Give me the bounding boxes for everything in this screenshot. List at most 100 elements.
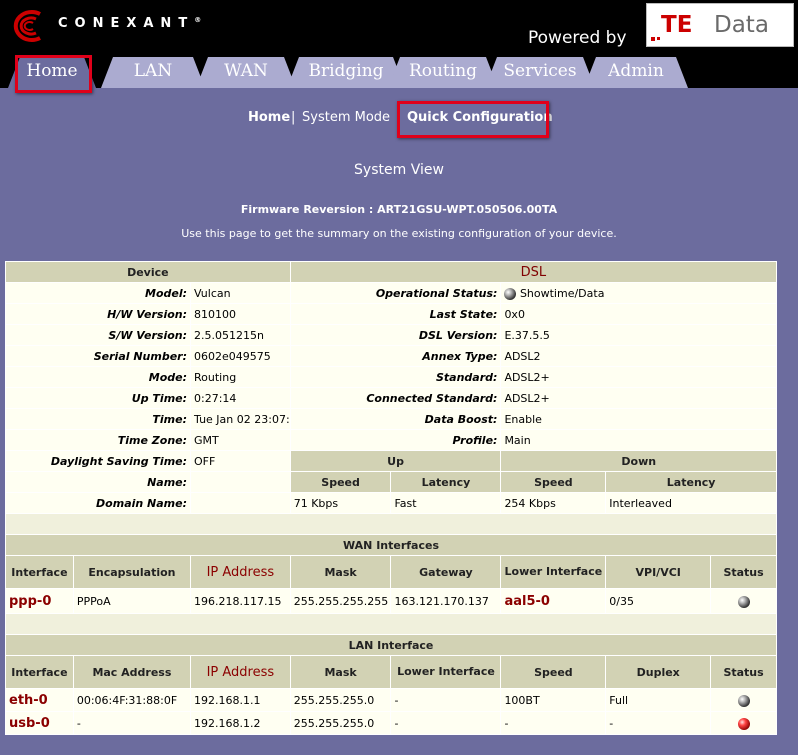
dsl-label: Data Boost: <box>290 409 501 429</box>
te-data-logo: TE Data <box>646 3 794 47</box>
page-title: System View <box>354 162 444 178</box>
lan-col-status: Status <box>711 656 776 688</box>
wan-col-ip-address: IP Address <box>191 556 290 588</box>
dsl-label: Operational Status: <box>290 283 501 303</box>
down-latency-value: Interleaved <box>606 493 776 513</box>
up-latency-header: Latency <box>391 472 501 492</box>
lan-col-speed: Speed <box>501 656 606 688</box>
device-label: S/W Version: <box>6 325 191 345</box>
dsl-value: Main <box>501 430 776 450</box>
wan-col-mask: Mask <box>290 556 391 588</box>
powered-by-text: Powered by <box>528 28 627 48</box>
top-header: CONEXANT® Powered by TE Data <box>0 0 798 55</box>
dsl-value: 0x0 <box>501 304 776 324</box>
device-label: Serial Number: <box>6 346 191 366</box>
subnav-system-mode-link[interactable]: System Mode <box>302 110 390 125</box>
lan-col-interface: Interface <box>6 656 73 688</box>
lan-col-lower-interface: Lower Interface <box>391 656 501 688</box>
tab-lan[interactable]: LAN <box>101 57 205 88</box>
wan-col-encapsulation: Encapsulation <box>73 556 191 588</box>
down-speed-header: Speed <box>501 472 606 492</box>
page: CONEXANT® Powered by TE Data Home LAN WA… <box>0 0 798 755</box>
dsl-label: Last State: <box>290 304 501 324</box>
status-icon <box>737 595 750 608</box>
up-latency-value: Fast <box>391 493 501 513</box>
tab-admin[interactable]: Admin <box>584 57 688 88</box>
device-value <box>191 472 290 492</box>
lan-speed: 100BT <box>501 689 606 711</box>
system-summary-table: Device DSL Model: Vulcan Operational Sta… <box>5 261 777 735</box>
brand-name: CONEXANT® <box>58 16 202 31</box>
wan-encapsulation: PPPoA <box>73 589 191 613</box>
table-spacer <box>6 614 776 634</box>
lan-duplex: Full <box>606 689 711 711</box>
status-icon <box>737 694 750 707</box>
tab-bridging[interactable]: Bridging <box>287 57 405 88</box>
te-logo-text: TE <box>661 12 693 38</box>
device-label: Name: <box>6 472 191 492</box>
wan-col-status: Status <box>711 556 776 588</box>
device-label: Up Time: <box>6 388 191 408</box>
data-logo-text: Data <box>714 12 769 38</box>
subnav-home-link[interactable]: Home <box>248 110 290 125</box>
dsl-value: Showtime/Data <box>501 283 776 303</box>
lan-col-duplex: Duplex <box>606 656 711 688</box>
dsl-label: Connected Standard: <box>290 388 501 408</box>
wan-gateway: 163.121.170.137 <box>391 589 501 613</box>
lan-col-ip-address: IP Address <box>191 656 290 688</box>
dsl-up-header: Up <box>290 451 501 471</box>
lan-interface-title: LAN Interface <box>6 635 776 655</box>
device-label: H/W Version: <box>6 304 191 324</box>
wan-col-vpi-vci: VPI/VCI <box>606 556 711 588</box>
lan-lower-interface: - <box>391 712 501 734</box>
device-value: Routing <box>191 367 290 387</box>
device-value: 0602e049575 <box>191 346 290 366</box>
wan-mask: 255.255.255.255 <box>290 589 391 613</box>
conexant-logo-icon <box>6 8 56 48</box>
dsl-label: Profile: <box>290 430 501 450</box>
device-value: Tue Jan 02 23:07:38 2007 <box>191 409 290 429</box>
device-label: Daylight Saving Time: <box>6 451 191 471</box>
subnav-separator: | <box>291 110 296 125</box>
page-description: Use this page to get the summary on the … <box>181 227 617 240</box>
lan-ip-address: 192.168.1.2 <box>191 712 290 734</box>
home-tab-highlight <box>15 55 92 93</box>
lan-interface-link[interactable]: eth-0 <box>6 689 73 711</box>
lan-ip-address: 192.168.1.1 <box>191 689 290 711</box>
device-label: Domain Name: <box>6 493 191 513</box>
lan-mask: 255.255.255.0 <box>290 689 391 711</box>
lan-interface-link[interactable]: usb-0 <box>6 712 73 734</box>
status-icon <box>504 287 517 300</box>
dsl-value: Enable <box>501 409 776 429</box>
device-label: Time: <box>6 409 191 429</box>
up-speed-header: Speed <box>290 472 391 492</box>
wan-col-interface: Interface <box>6 556 73 588</box>
device-value: GMT <box>191 430 290 450</box>
tab-services[interactable]: Services <box>485 57 595 88</box>
device-label: Model: <box>6 283 191 303</box>
device-value: 810100 <box>191 304 290 324</box>
device-label: Time Zone: <box>6 430 191 450</box>
up-speed-value: 71 Kbps <box>290 493 391 513</box>
dsl-value: ADSL2 <box>501 346 776 366</box>
device-value: OFF <box>191 451 290 471</box>
dsl-label: DSL Version: <box>290 325 501 345</box>
lan-mask: 255.255.255.0 <box>290 712 391 734</box>
lan-duplex: - <box>606 712 711 734</box>
wan-interface-link[interactable]: ppp-0 <box>6 589 73 613</box>
dsl-header: DSL <box>290 262 776 282</box>
tab-routing[interactable]: Routing <box>388 57 498 88</box>
wan-status <box>711 589 776 613</box>
lan-status <box>711 712 776 734</box>
lan-mac-address: - <box>73 712 191 734</box>
dsl-value: E.37.5.5 <box>501 325 776 345</box>
quick-config-highlight <box>397 101 549 138</box>
device-value: Vulcan <box>191 283 290 303</box>
lan-status <box>711 689 776 711</box>
device-header: Device <box>6 262 290 282</box>
wan-lower-interface-link[interactable]: aal5-0 <box>501 589 606 613</box>
lan-lower-interface: - <box>391 689 501 711</box>
tab-wan[interactable]: WAN <box>196 57 296 88</box>
dsl-value: ADSL2+ <box>501 367 776 387</box>
firmware-version: Firmware Reversion : ART21GSU-WPT.050506… <box>240 203 558 216</box>
